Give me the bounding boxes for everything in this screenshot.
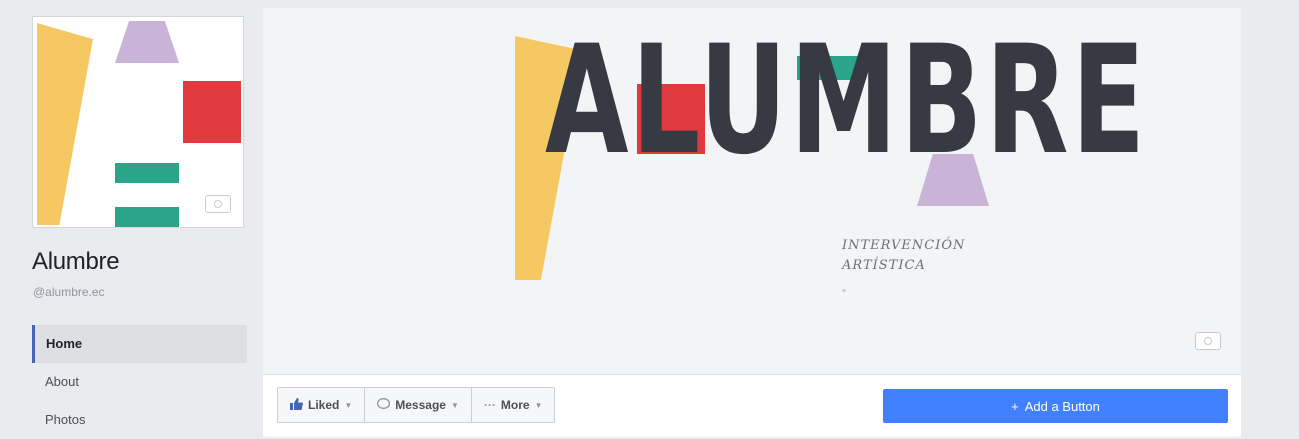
liked-label: Liked	[308, 398, 340, 412]
more-button[interactable]: ··· More ▼	[472, 388, 555, 422]
quote-mark: ”	[842, 288, 846, 300]
nav-item-about[interactable]: About	[32, 363, 247, 401]
thumbs-up-icon	[290, 397, 303, 413]
nav-item-home[interactable]: Home	[32, 325, 247, 363]
page-nav: Home About Photos	[32, 325, 247, 439]
add-button-label: Add a Button	[1024, 398, 1100, 414]
ellipsis-icon: ···	[483, 398, 496, 412]
message-button[interactable]: Message ▼	[365, 388, 472, 422]
profile-picture[interactable]	[32, 16, 244, 228]
nav-item-photos[interactable]: Photos	[32, 401, 247, 439]
camera-icon[interactable]	[205, 195, 231, 213]
page-title: Alumbre	[32, 248, 120, 275]
chevron-down-icon: ▼	[450, 400, 459, 410]
tagline-line2: ARTÍSTICA	[842, 258, 926, 273]
plus-icon: +	[1011, 398, 1019, 414]
teal-bar-bottom-shape	[115, 207, 179, 227]
tagline-line1: INTERVENCIÓN	[842, 238, 966, 253]
action-bar: Liked ▼ Message ▼ ··· More ▼ + Add a But…	[263, 374, 1241, 437]
chevron-down-icon: ▼	[534, 400, 543, 410]
action-button-group: Liked ▼ Message ▼ ··· More ▼	[277, 387, 556, 423]
more-label: More	[500, 398, 530, 412]
speech-bubble-icon	[377, 397, 391, 413]
camera-icon[interactable]	[1195, 332, 1221, 350]
tagline: INTERVENCIÓN ARTÍSTICA	[842, 236, 965, 276]
message-label: Message	[395, 398, 446, 412]
red-square-shape	[183, 81, 241, 143]
chevron-down-icon: ▼	[344, 400, 353, 410]
page-handle[interactable]: @alumbre.ec	[33, 285, 105, 299]
teal-bar-top-shape	[115, 163, 179, 183]
left-column: Alumbre @alumbre.ec Home About Photos	[0, 0, 262, 438]
add-a-button[interactable]: + Add a Button	[883, 389, 1228, 423]
purple-trapezoid-shape	[115, 21, 179, 63]
logo-wordmark: ALUMBRE	[545, 14, 1149, 188]
cover-photo[interactable]: ALUMBRE INTERVENCIÓN ARTÍSTICA ”	[263, 8, 1241, 374]
right-gutter	[1241, 0, 1299, 438]
yellow-bar-shape	[37, 23, 93, 225]
liked-button[interactable]: Liked ▼	[278, 388, 366, 422]
